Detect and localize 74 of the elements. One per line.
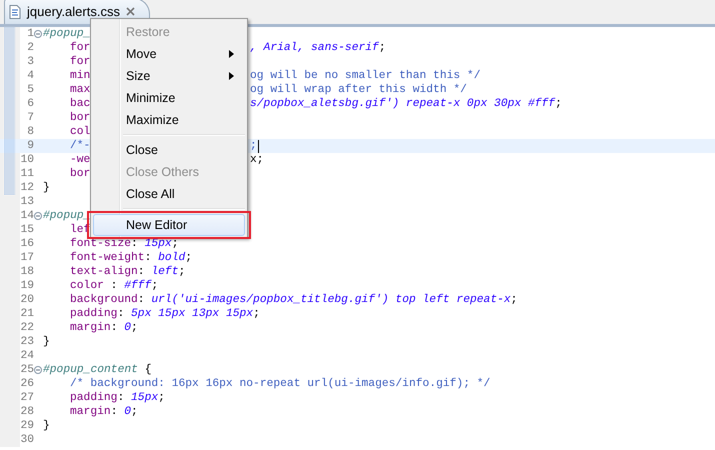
menu-item[interactable]: Size	[93, 65, 245, 87]
code-text: }	[43, 420, 50, 432]
line-number: 6	[26, 98, 34, 110]
line-number: 27	[19, 392, 34, 404]
code-text: #popup_	[43, 28, 90, 40]
menu-item[interactable]: Maximize	[93, 109, 245, 131]
code-text: text-align: left;	[69, 266, 186, 278]
collapse-icon[interactable]	[34, 30, 42, 38]
line-number: 20	[19, 294, 34, 306]
code-text: margin: 0;	[69, 322, 138, 334]
line-number: 26	[19, 378, 34, 390]
code-text: -we	[69, 154, 90, 166]
code-text: max	[69, 84, 90, 96]
line-number: 10	[19, 154, 34, 166]
code-text: og will wrap after this width */	[250, 84, 467, 96]
code-text: margin: 0;	[69, 406, 138, 418]
code-text: s/popbox_aletsbg.gif') repeat-x 0px 30px #fff;	[250, 98, 562, 110]
line-number: 11	[19, 168, 34, 180]
code-text: for	[69, 56, 90, 68]
line-number: 13	[19, 196, 34, 208]
line-number: 3	[26, 56, 34, 68]
code-text: padding: 15px;	[69, 392, 165, 404]
line-number: 24	[19, 350, 34, 362]
line-number: 28	[19, 406, 34, 418]
line-number: 1	[26, 28, 34, 40]
line-number: 30	[19, 434, 34, 446]
line-number: 4	[26, 70, 34, 82]
collapse-icon[interactable]	[34, 366, 42, 374]
line-number: 14	[19, 210, 34, 222]
line-number: 9	[26, 140, 34, 152]
code-text: min	[69, 70, 90, 82]
code-text: x;	[250, 154, 264, 166]
code-text: background: url('ui-images/popbox_titlebg.gif') top left repeat-x;	[69, 294, 518, 306]
line-number: 23	[19, 336, 34, 348]
line-number: 8	[26, 126, 34, 138]
line-number: 21	[19, 308, 34, 320]
close-icon[interactable]	[126, 7, 135, 16]
code-text: }	[43, 182, 50, 194]
code-text: bac	[69, 98, 90, 110]
code-text: col	[69, 126, 90, 138]
code-text: #popup_content {	[43, 364, 152, 376]
code-text: og will be no smaller than this */	[250, 70, 480, 82]
line-number: 18	[19, 266, 34, 278]
line-number: 2	[26, 42, 34, 54]
code-text: }	[43, 336, 50, 348]
css-file-icon	[9, 4, 21, 18]
line-number: 16	[19, 238, 34, 250]
menu-item[interactable]: Minimize	[93, 87, 245, 109]
code-text: font-size: 15px;	[69, 238, 178, 250]
collapse-icon[interactable]	[34, 212, 42, 220]
code-text: bor	[69, 112, 90, 124]
code-text: /* background: 16px 16px no-repeat url(ui-images/info.gif); */	[69, 378, 490, 390]
line-number: 29	[19, 420, 34, 432]
line-number: 17	[19, 252, 34, 264]
code-text: font-weight: bold;	[69, 252, 192, 264]
line-number: 12	[19, 182, 34, 194]
line-number: 15	[19, 224, 34, 236]
code-text: padding: 5px 15px 13px 15px;	[69, 308, 260, 320]
code-text: bor	[69, 168, 90, 180]
menu-item[interactable]: Close All	[93, 183, 245, 205]
code-text: /*-	[69, 140, 90, 152]
menu-item[interactable]: Move	[93, 43, 245, 65]
line-number: 19	[19, 280, 34, 292]
menu-item[interactable]: Close	[93, 139, 245, 161]
line-number: 5	[26, 84, 34, 96]
line-number: 25	[19, 364, 34, 376]
code-text: ;	[250, 140, 259, 152]
code-text: , Arial, sans-serif;	[250, 42, 386, 54]
menu-item[interactable]: New Editor	[93, 214, 245, 236]
code-text: for	[69, 42, 90, 54]
line-number: 7	[26, 112, 34, 124]
code-text: color : #fff;	[69, 280, 158, 292]
line-number: 22	[19, 322, 34, 334]
editor-tab[interactable]: jquery.alerts.css	[4, 0, 150, 24]
